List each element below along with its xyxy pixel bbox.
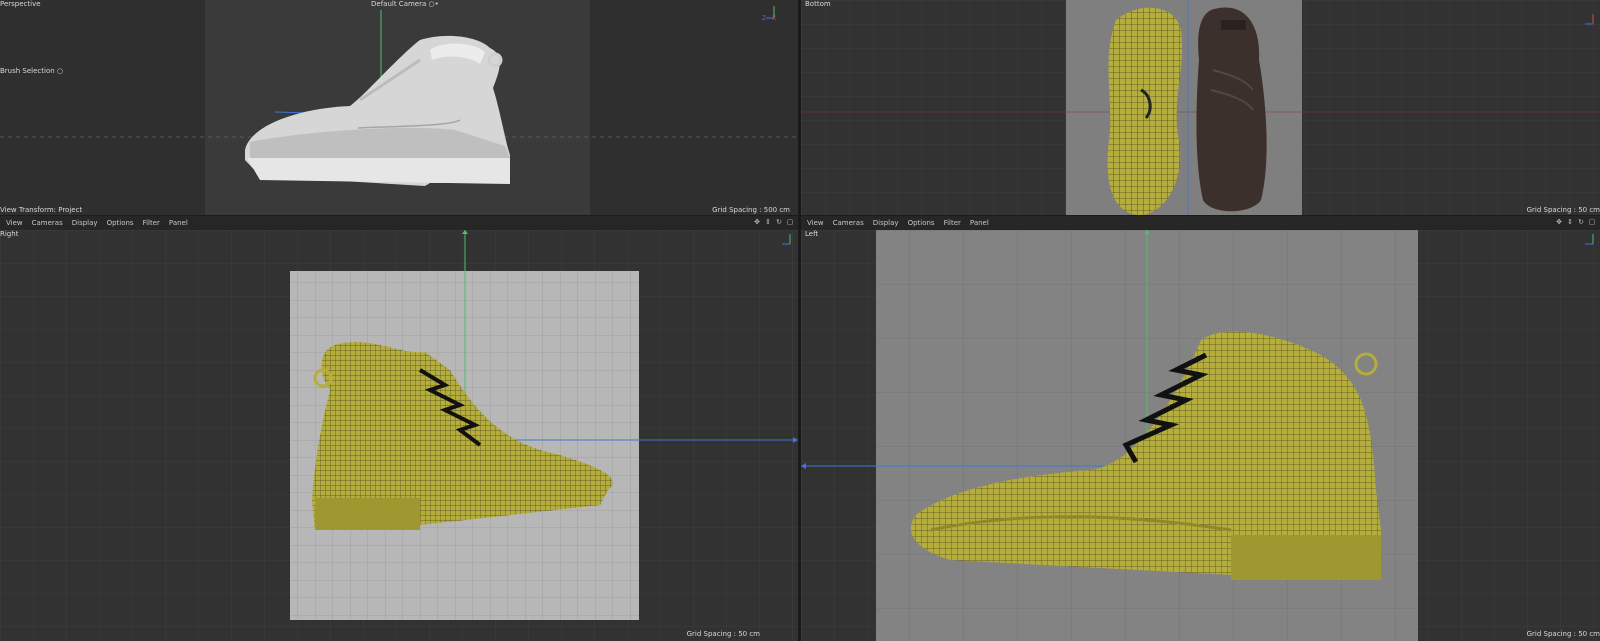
tool-hint-icon: ○ [56,67,64,75]
grid-spacing-label: Grid Spacing : 50 cm [1526,630,1600,638]
viewport-menubar: View Cameras Display Options Filter Pane… [801,216,1600,230]
view-transform-label: View Transform: Project [0,206,83,214]
menu-display[interactable]: Display [873,219,899,227]
viewport-divider[interactable] [798,0,801,641]
sole-wireframe[interactable] [1107,7,1183,215]
viewport-name[interactable]: Perspective [0,0,41,8]
viewport-menubar: View Cameras Display Options Filter Pane… [0,216,798,230]
menu-panel[interactable]: Panel [970,219,989,227]
viewport-name[interactable]: Bottom [805,0,831,8]
reference-image-plane [1066,0,1302,215]
move-icon[interactable]: ✥ [753,218,761,226]
menu-cameras[interactable]: Cameras [32,219,63,227]
perspective-canvas[interactable] [0,0,798,215]
grid-spacing-label: Grid Spacing : 500 cm [712,206,790,214]
viewport-name[interactable]: Right [0,230,18,238]
grid-spacing-label: Grid Spacing : 50 cm [686,630,760,638]
viewport-left[interactable]: Left Grid Spacing : 50 cm [801,230,1600,641]
menu-view[interactable]: View [807,219,824,227]
left-canvas[interactable] [801,230,1600,641]
axis-gizmo [782,234,791,245]
rotate-icon[interactable]: ↻ [775,218,783,226]
pan-icon[interactable]: ⇕ [1566,218,1574,226]
right-canvas[interactable] [0,230,798,641]
maximize-icon[interactable]: ▢ [1588,218,1596,226]
menu-options[interactable]: Options [107,219,134,227]
menu-display[interactable]: Display [72,219,98,227]
move-icon[interactable]: ✥ [1555,218,1563,226]
axis-gizmo [1585,14,1594,25]
menu-cameras[interactable]: Cameras [833,219,864,227]
axis-z-label: Z [762,15,766,20]
maximize-icon[interactable]: ▢ [786,218,794,226]
camera-menu-icon: ○• [428,0,439,8]
viewport-name[interactable]: Left [805,230,818,238]
menu-view[interactable]: View [6,219,23,227]
axis-gizmo [1585,234,1594,245]
tool-hint-text: Brush Selection [0,67,55,75]
menu-panel[interactable]: Panel [169,219,188,227]
menu-filter[interactable]: Filter [143,219,160,227]
viewport-right[interactable]: Right Grid Spacing : 50 cm [0,230,798,641]
menu-filter[interactable]: Filter [944,219,961,227]
menu-options[interactable]: Options [908,219,935,227]
axis-gizmo: Z X [762,6,776,20]
camera-name: Default Camera [371,0,427,8]
camera-label[interactable]: Default Camera ○• [371,0,439,8]
viewport-perspective[interactable]: Perspective Default Camera ○• Brush Sele… [0,0,798,215]
rotate-icon[interactable]: ↻ [1577,218,1585,226]
axis-x-label: X [772,15,776,20]
pan-icon[interactable]: ⇕ [764,218,772,226]
bottom-canvas[interactable] [801,0,1600,215]
grid-spacing-label: Grid Spacing : 50 cm [1526,206,1600,214]
boot-reference-topview [1196,7,1267,212]
tool-hint: Brush Selection ○ [0,67,63,75]
viewport-bottom[interactable]: Bottom Grid Spacing : 50 cm [801,0,1600,215]
